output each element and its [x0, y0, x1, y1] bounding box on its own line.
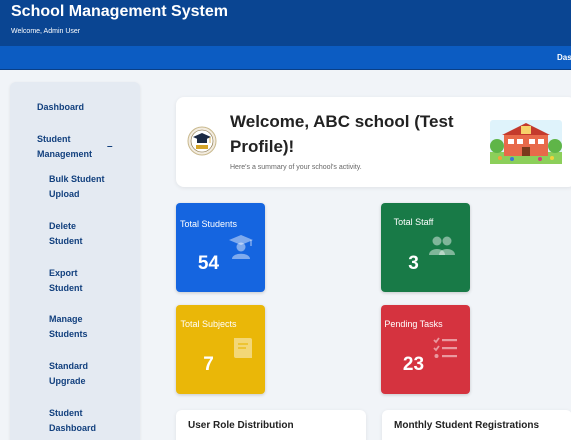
app-title: School Management System: [11, 3, 228, 20]
welcome-card: Welcome, ABC school (Test Profile)! Here…: [176, 97, 571, 187]
school-building-illustration: [490, 120, 562, 164]
chart-title-user-roles: User Role Distribution: [188, 420, 294, 431]
sidebar-item-export-student[interactable]: Export Student: [49, 266, 109, 296]
stat-card-total-staff[interactable]: Total Staff 3: [381, 203, 470, 292]
stat-card-total-subjects[interactable]: Total Subjects 7: [176, 305, 265, 394]
book-icon: [234, 338, 252, 358]
welcome-subtitle: Here's a summary of your school's activi…: [230, 164, 362, 171]
chart-title-monthly-registrations: Monthly Student Registrations: [394, 420, 539, 431]
sidebar-item-dashboard[interactable]: Dashboard: [37, 100, 84, 115]
school-logo-icon: [187, 126, 217, 156]
welcome-title: Welcome, ABC school (Test Profile)!: [230, 112, 454, 156]
sidebar-item-standard-upgrade[interactable]: Standard Upgrade: [49, 359, 109, 389]
sidebar-item-student-management[interactable]: Student Management: [37, 132, 109, 162]
sidebar-item-delete-student[interactable]: Delete Student: [49, 219, 109, 249]
stat-label: Total Students: [179, 219, 238, 229]
sidebar-item-bulk-student-upload[interactable]: Bulk Student Upload: [49, 172, 119, 202]
sidebar-item-student-dashboard[interactable]: Student Dashboard: [49, 406, 109, 436]
tasks-icon: [433, 337, 457, 358]
stat-label: Pending Tasks: [384, 319, 443, 329]
app-header: School Management System Welcome, Admin …: [0, 0, 571, 46]
users-icon: [429, 236, 455, 255]
stat-card-pending-tasks[interactable]: Pending Tasks 23: [381, 305, 470, 394]
sidebar: Dashboard Student Management – Bulk Stud…: [10, 82, 140, 440]
stat-card-total-students[interactable]: Total Students 54: [176, 203, 265, 292]
graduate-icon: [229, 235, 253, 259]
user-role-distribution-card: User Role Distribution: [176, 410, 366, 440]
welcome-user-text: Welcome, Admin User: [11, 28, 81, 35]
stat-label: Total Staff: [393, 217, 434, 227]
nav-link-dashboard[interactable]: Dashboard: [557, 53, 571, 62]
collapse-toggle[interactable]: –: [107, 141, 113, 152]
sidebar-item-manage-students[interactable]: Manage Students: [49, 312, 109, 342]
top-navbar: Dashboard: [0, 46, 571, 70]
stat-label: Total Subjects: [180, 319, 237, 329]
monthly-registrations-card: Monthly Student Registrations: [382, 410, 571, 440]
